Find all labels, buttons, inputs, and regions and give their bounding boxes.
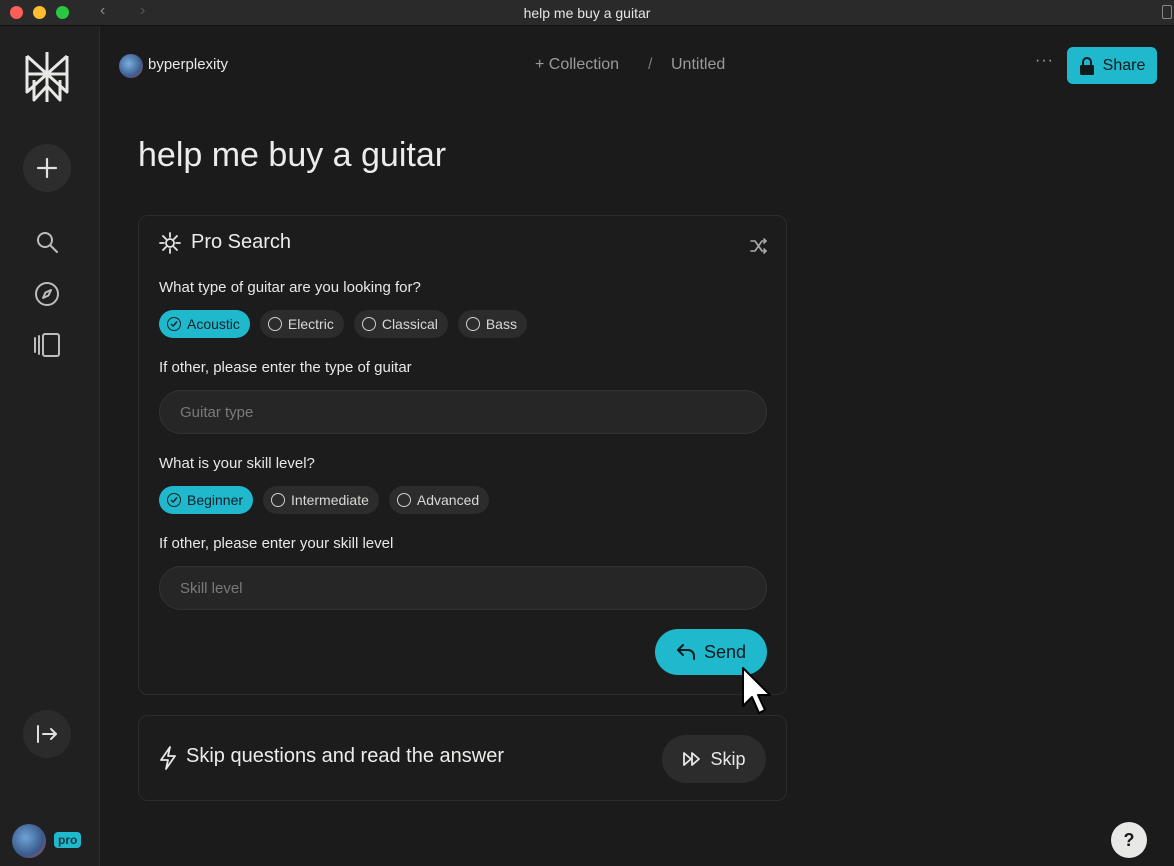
perplexity-logo-icon[interactable] — [22, 48, 72, 108]
option-bass[interactable]: Bass — [457, 310, 527, 338]
window-title: help me buy a guitar — [523, 5, 651, 21]
option-label: Beginner — [187, 492, 244, 508]
expand-sidebar-button[interactable] — [23, 710, 71, 758]
option-label: Intermediate — [291, 492, 369, 508]
skip-button-label: Skip — [710, 748, 746, 769]
skill-level-input[interactable] — [159, 566, 767, 610]
pro-badge: pro — [54, 832, 82, 848]
option-intermediate[interactable]: Intermediate — [263, 486, 379, 514]
radio-icon — [465, 317, 480, 331]
option-label: Advanced — [416, 492, 480, 508]
shuffle-icon[interactable] — [750, 238, 768, 259]
radio-icon — [396, 493, 411, 507]
pro-search-heading: Pro Search — [191, 231, 292, 253]
library-icon[interactable] — [33, 331, 61, 359]
checked-icon — [167, 493, 181, 507]
option-electric[interactable]: Electric — [259, 310, 344, 338]
mouse-cursor-icon — [741, 666, 773, 721]
user-avatar[interactable] — [12, 824, 46, 858]
skill-level-options: Beginner Intermediate Advanced — [159, 486, 490, 514]
main-content: byperplexity + Collection / Untitled ···… — [101, 26, 1174, 866]
guitar-type-input[interactable] — [159, 390, 767, 434]
radio-icon — [271, 493, 286, 507]
search-icon[interactable] — [33, 228, 61, 256]
skip-questions-text: Skip questions and read the answer — [186, 745, 504, 767]
pro-search-gear-icon — [159, 231, 181, 254]
option-label: Acoustic — [187, 316, 240, 332]
breadcrumb-separator: / — [648, 56, 653, 73]
guitar-type-question: What type of guitar are you looking for? — [159, 279, 421, 296]
share-button-label: Share — [1102, 56, 1146, 74]
window-titlebar: ‹ › help me buy a guitar — [0, 0, 1174, 26]
more-options-button[interactable]: ··· — [1035, 52, 1054, 70]
skip-questions-card: Skip questions and read the answer Skip — [138, 715, 787, 801]
fast-forward-icon — [683, 752, 701, 766]
add-to-collection-link[interactable]: + Collection — [535, 56, 619, 74]
option-beginner[interactable]: Beginner — [159, 486, 254, 514]
sidebar: pro — [0, 26, 100, 866]
help-button[interactable]: ? — [1111, 822, 1147, 858]
lightning-icon — [159, 746, 177, 775]
skill-level-question: What is your skill level? — [159, 455, 315, 472]
header-username[interactable]: byperplexity — [148, 56, 228, 73]
guitar-type-other-label: If other, please enter the type of guita… — [159, 359, 412, 376]
option-classical[interactable]: Classical — [353, 310, 448, 338]
lock-icon — [1079, 56, 1094, 75]
compass-icon[interactable] — [33, 280, 61, 308]
option-label: Classical — [381, 316, 438, 332]
checked-icon — [167, 317, 181, 331]
skill-level-other-label: If other, please enter your skill level — [159, 535, 394, 552]
radio-icon — [267, 317, 282, 331]
sidebar-toggle-icon[interactable] — [1162, 5, 1172, 19]
skip-button[interactable]: Skip — [662, 735, 766, 783]
send-button-label: Send — [703, 641, 747, 662]
new-thread-button[interactable] — [23, 144, 71, 192]
pro-search-card: Pro Search What type of guitar are you l… — [138, 215, 787, 695]
header-avatar — [119, 54, 143, 78]
expand-sidebar-icon — [37, 725, 57, 743]
option-advanced[interactable]: Advanced — [388, 486, 490, 514]
share-button[interactable]: Share — [1067, 47, 1157, 84]
thread-title-breadcrumb[interactable]: Untitled — [671, 56, 725, 74]
guitar-type-options: Acoustic Electric Classical Bass — [159, 310, 527, 338]
radio-icon — [361, 317, 376, 331]
option-label: Electric — [287, 316, 334, 332]
option-label: Bass — [485, 316, 517, 332]
pro-search-header: Pro Search — [159, 231, 291, 254]
page-title: help me buy a guitar — [138, 136, 447, 174]
option-acoustic[interactable]: Acoustic — [159, 310, 250, 338]
plus-icon — [36, 157, 58, 179]
reply-arrow-icon — [676, 644, 695, 660]
